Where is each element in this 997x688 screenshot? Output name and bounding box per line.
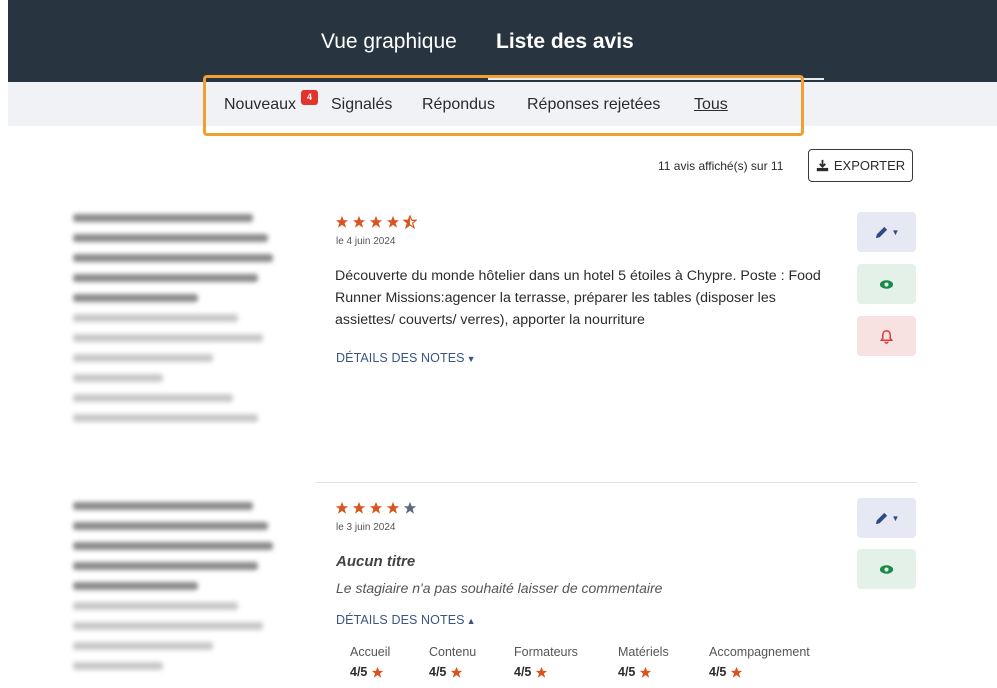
rating-stars: [335, 501, 417, 515]
redacted-organization-info: [73, 502, 273, 682]
grade-materiels: Matériels 4/5: [618, 645, 669, 679]
star-half-icon: [403, 215, 417, 229]
star-icon: [731, 666, 743, 678]
star-full-icon: [386, 501, 400, 514]
grade-label: Matériels: [618, 645, 669, 659]
pencil-icon: [875, 226, 887, 238]
grade-formateurs: Formateurs 4/5: [514, 645, 578, 679]
edit-dropdown-button[interactable]: ▼: [857, 498, 916, 538]
star-full-icon: [335, 501, 349, 514]
grade-label: Accueil: [350, 645, 391, 659]
grade-value: 4/5: [514, 665, 578, 679]
grade-label: Accompagnement: [709, 645, 810, 659]
chevron-down-icon: ▼: [466, 354, 476, 364]
star-empty-icon: [403, 501, 417, 514]
view-button[interactable]: [857, 549, 916, 589]
eye-icon: [879, 279, 894, 289]
grade-label: Contenu: [429, 645, 477, 659]
grade-value: 4/5: [709, 665, 810, 679]
star-full-icon: [352, 501, 366, 514]
review-title: Aucun titre: [336, 553, 416, 570]
details-label: DÉTAILS DES NOTES: [336, 613, 465, 627]
rating-stars: [335, 215, 417, 229]
edit-dropdown-button[interactable]: ▼: [857, 212, 916, 252]
grade-contenu: Contenu 4/5: [429, 645, 476, 679]
filter-nouveaux[interactable]: Nouveaux: [224, 96, 296, 114]
review-separator: [316, 482, 917, 483]
review-date: le 4 juin 2024: [336, 236, 396, 247]
review-text: Le stagiaire n'a pas souhaité laisser de…: [336, 580, 663, 596]
grade-accompagnement: Accompagnement 4/5: [709, 645, 810, 679]
redacted-organization-info: [73, 214, 273, 434]
export-label: EXPORTER: [833, 158, 906, 173]
star-full-icon: [335, 215, 349, 228]
review-text: Découverte du monde hôtelier dans un hot…: [335, 268, 821, 328]
report-button[interactable]: [857, 316, 916, 356]
chevron-up-icon: ▲: [466, 616, 476, 626]
pencil-icon: [875, 512, 887, 524]
star-icon: [451, 666, 463, 678]
grade-value: 4/5: [350, 665, 390, 679]
eye-icon: [879, 564, 894, 574]
grade-accueil: Accueil 4/5: [350, 645, 390, 679]
review-date: le 3 juin 2024: [336, 522, 396, 533]
grade-label: Formateurs: [514, 645, 578, 659]
tab-vue-graphique[interactable]: Vue graphique: [321, 30, 457, 54]
caret-down-icon: ▼: [891, 227, 900, 237]
review-count: 11 avis affiché(s) sur 11: [658, 159, 784, 173]
grade-value: 4/5: [429, 665, 476, 679]
view-button[interactable]: [857, 264, 916, 304]
bell-icon: [879, 329, 894, 344]
filter-tous[interactable]: Tous: [694, 96, 728, 114]
details-toggle[interactable]: DÉTAILS DES NOTES ▼: [336, 351, 476, 365]
star-full-icon: [369, 215, 383, 228]
download-icon: [816, 159, 829, 172]
top-navigation: Vue graphique Liste des avis: [8, 0, 997, 82]
grade-value: 4/5: [618, 665, 669, 679]
caret-down-icon: ▼: [891, 513, 900, 523]
filter-repondus[interactable]: Répondus: [422, 96, 495, 114]
star-full-icon: [369, 501, 383, 514]
details-label: DÉTAILS DES NOTES: [336, 351, 465, 365]
export-button[interactable]: EXPORTER: [808, 149, 913, 182]
details-toggle[interactable]: DÉTAILS DES NOTES ▲: [336, 613, 476, 627]
filter-signales[interactable]: Signalés: [331, 96, 392, 114]
filter-reponses-rejetees[interactable]: Réponses rejetées: [527, 96, 660, 114]
star-full-icon: [386, 215, 400, 228]
new-count-badge: 4: [301, 90, 318, 105]
star-full-icon: [352, 215, 366, 228]
star-icon: [640, 666, 652, 678]
tab-liste-des-avis[interactable]: Liste des avis: [496, 30, 634, 54]
star-icon: [372, 666, 384, 678]
star-icon: [536, 666, 548, 678]
